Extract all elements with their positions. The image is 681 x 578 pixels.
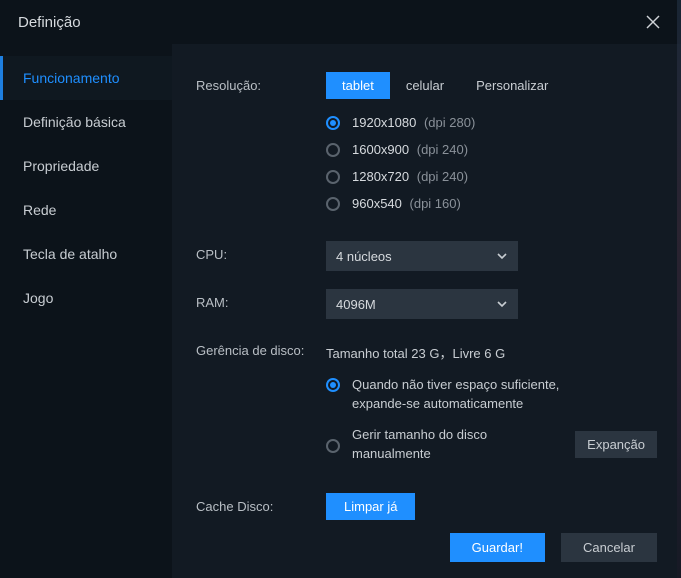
dpi-value: (dpi 240) <box>417 142 468 157</box>
tab-custom[interactable]: Personalizar <box>460 72 564 99</box>
content-panel: Resolução: tablet celular Personalizar 1… <box>172 44 681 578</box>
cpu-value: 4 núcleos <box>336 249 392 264</box>
resolution-option-960[interactable]: 960x540 (dpi 160) <box>326 196 657 211</box>
sidebar-item-label: Definição básica <box>23 114 126 130</box>
sidebar-item-label: Tecla de atalho <box>23 246 117 262</box>
cpu-label: CPU: <box>196 241 326 262</box>
disk-label: Gerência de disco: <box>196 337 326 358</box>
chevron-down-icon <box>496 298 508 310</box>
disk-status-text: Tamanho total 23 G，Livre 6 G <box>326 337 657 362</box>
radio-icon <box>326 197 340 211</box>
sidebar-item-performance[interactable]: Funcionamento <box>0 56 172 100</box>
res-value: 1280x720 <box>352 169 409 184</box>
dialog-footer: Guardar! Cancelar <box>450 533 657 562</box>
tab-tablet[interactable]: tablet <box>326 72 390 99</box>
sidebar-item-label: Funcionamento <box>23 70 120 86</box>
ram-label: RAM: <box>196 289 326 310</box>
tab-celular[interactable]: celular <box>390 72 460 99</box>
sidebar-item-property[interactable]: Propriedade <box>0 144 172 188</box>
dpi-value: (dpi 160) <box>410 196 461 211</box>
res-value: 1600x900 <box>352 142 409 157</box>
decorative-edge <box>677 0 681 578</box>
ram-select[interactable]: 4096M <box>326 289 518 319</box>
disk-auto-text: Quando não tiver espaço suficiente, expa… <box>352 376 612 414</box>
cache-label: Cache Disco: <box>196 493 326 514</box>
resolution-label: Resolução: <box>196 72 326 93</box>
resolution-options: 1920x1080 (dpi 280) 1600x900 (dpi 240) 1… <box>326 115 657 211</box>
clear-cache-button[interactable]: Limpar já <box>326 493 415 520</box>
title-bar: Definição <box>0 0 681 44</box>
sidebar-item-shortcut[interactable]: Tecla de atalho <box>0 232 172 276</box>
radio-icon <box>326 143 340 157</box>
sidebar-item-label: Propriedade <box>23 158 99 174</box>
res-value: 960x540 <box>352 196 402 211</box>
disk-option-manual[interactable]: Gerir tamanho do disco manualmente Expan… <box>326 426 657 464</box>
sidebar-item-network[interactable]: Rede <box>0 188 172 232</box>
disk-option-auto[interactable]: Quando não tiver espaço suficiente, expa… <box>326 376 657 414</box>
cpu-select[interactable]: 4 núcleos <box>326 241 518 271</box>
ram-value: 4096M <box>336 297 376 312</box>
sidebar-item-basic[interactable]: Definição básica <box>0 100 172 144</box>
sidebar-item-game[interactable]: Jogo <box>0 276 172 320</box>
close-button[interactable] <box>641 10 665 34</box>
radio-icon <box>326 439 340 453</box>
resolution-mode-tabs: tablet celular Personalizar <box>326 72 657 99</box>
resolution-option-1600[interactable]: 1600x900 (dpi 240) <box>326 142 657 157</box>
radio-icon <box>326 170 340 184</box>
cancel-button[interactable]: Cancelar <box>561 533 657 562</box>
sidebar-item-label: Rede <box>23 202 56 218</box>
window-title: Definição <box>18 14 81 31</box>
resolution-option-1280[interactable]: 1280x720 (dpi 240) <box>326 169 657 184</box>
radio-icon <box>326 378 340 392</box>
resolution-option-1920[interactable]: 1920x1080 (dpi 280) <box>326 115 657 130</box>
dpi-value: (dpi 280) <box>424 115 475 130</box>
sidebar-item-label: Jogo <box>23 290 53 306</box>
expand-button[interactable]: Expanção <box>575 431 657 458</box>
disk-manual-text: Gerir tamanho do disco manualmente <box>352 426 563 464</box>
chevron-down-icon <box>496 250 508 262</box>
radio-icon <box>326 116 340 130</box>
sidebar: Funcionamento Definição básica Proprieda… <box>0 44 172 578</box>
save-button[interactable]: Guardar! <box>450 533 545 562</box>
res-value: 1920x1080 <box>352 115 416 130</box>
dpi-value: (dpi 240) <box>417 169 468 184</box>
close-icon <box>646 15 660 29</box>
